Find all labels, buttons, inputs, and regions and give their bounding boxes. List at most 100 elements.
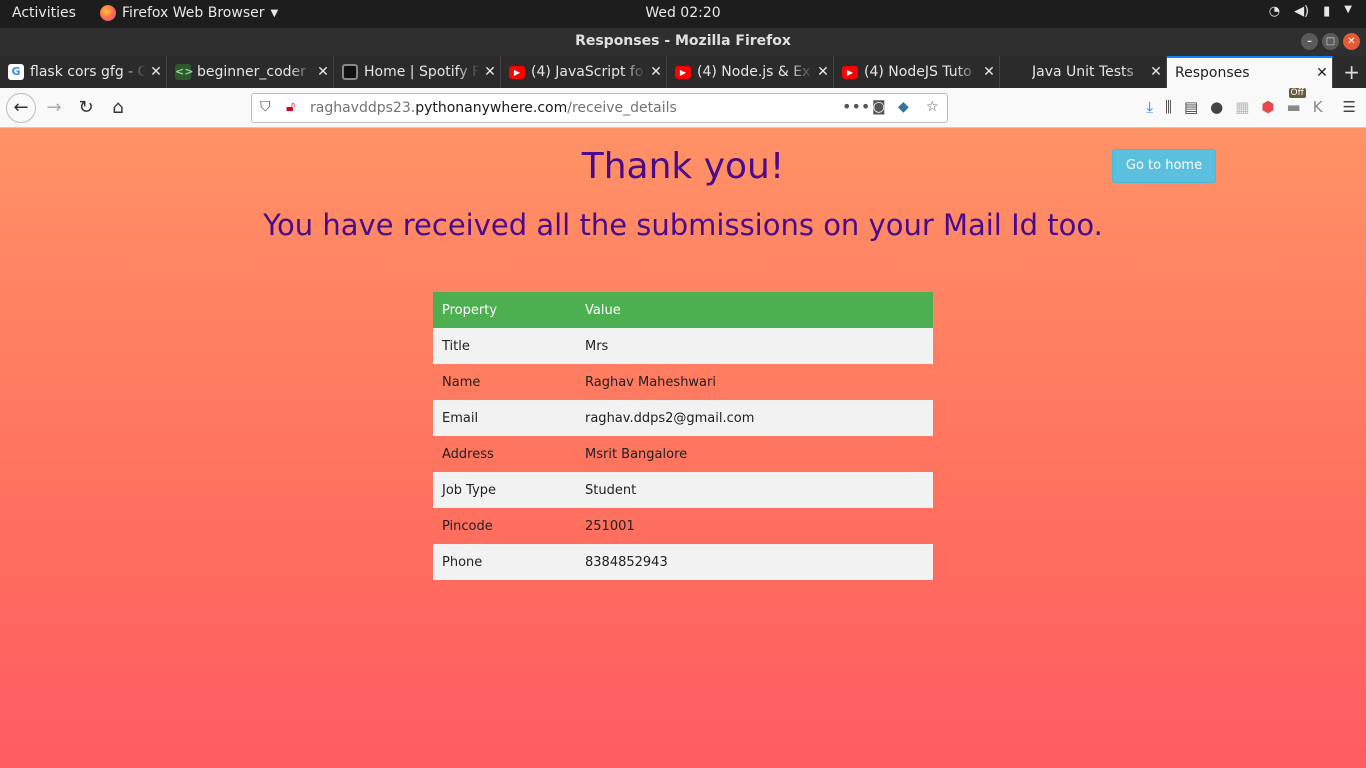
tab-label: Responses (1175, 65, 1250, 81)
home-button[interactable]: ⌂ (104, 94, 132, 122)
new-tab-button[interactable]: + (1343, 60, 1360, 84)
value-cell: raghav.ddps2@gmail.com (576, 400, 933, 436)
youtube-icon: ▶ (842, 65, 858, 79)
url-path: /receive_details (567, 100, 677, 116)
tab-label: Java Unit Tests (1032, 64, 1134, 80)
value-cell: 8384852943 (576, 544, 933, 580)
close-icon[interactable]: ✕ (979, 64, 999, 80)
tab-beginner-coder[interactable]: <> beginner_coder ✕ (167, 56, 334, 88)
close-icon[interactable]: ✕ (1312, 65, 1332, 81)
addon-badge: Off (1288, 88, 1306, 98)
volume-icon: ◀) (1294, 4, 1310, 19)
tab-strip: G flask cors gfg - G ✕ <> beginner_coder… (0, 56, 1366, 88)
window-title-bar: Responses - Mozilla Firefox – □ ✕ (0, 28, 1366, 56)
property-cell: Email (433, 400, 576, 436)
property-cell: Phone (433, 544, 576, 580)
tab-java-unit-tests[interactable]: Java Unit Tests ✕ (1000, 56, 1167, 88)
page-subtitle: You have received all the submissions on… (263, 208, 1103, 242)
column-header-value: Value (576, 292, 933, 328)
python-icon[interactable]: ◆ (898, 99, 909, 115)
url-text[interactable]: raghavddps23.pythonanywhere.com/receive_… (310, 100, 677, 116)
wifi-icon: ◔ (1268, 4, 1281, 19)
navigation-toolbar: ← → ↻ ⌂ ⛉ 🔓︎ raghavddps23.pythonanywhere… (0, 88, 1366, 128)
tab-label: flask cors gfg - G (30, 64, 146, 80)
tab-label: (4) Node.js & Ex (697, 64, 811, 80)
page-content: Thank you! You have received all the sub… (0, 128, 1366, 768)
table-row: Job Type Student (433, 472, 933, 508)
downloads-icon[interactable]: ⤓ (1146, 98, 1153, 116)
pocket-icon[interactable]: ◙ (872, 99, 886, 115)
window-title: Responses - Mozilla Firefox (575, 33, 791, 49)
forward-button[interactable]: → (40, 94, 68, 122)
reload-button[interactable]: ↻ (72, 94, 100, 122)
tab-responses[interactable]: Responses ✕ (1167, 56, 1333, 88)
close-icon[interactable]: ✕ (146, 64, 166, 80)
firefox-logo-icon (100, 5, 116, 21)
extension-k-icon[interactable]: K (1313, 98, 1323, 116)
battery-icon: ▮ (1323, 4, 1331, 19)
property-cell: Title (433, 328, 576, 364)
tab-label: Home | Spotify F (364, 64, 480, 80)
code-icon: <> (175, 64, 194, 80)
value-cell: Mrs (576, 328, 933, 364)
insecure-lock-icon[interactable]: 🔓︎ (286, 99, 295, 115)
table-row: Phone 8384852943 (433, 544, 933, 580)
tab-label: (4) NodeJS Tuto (864, 64, 972, 80)
system-tray[interactable]: ◔ ◀) ▮ ▼ (1269, 4, 1352, 19)
tab-javascript[interactable]: ▶ (4) JavaScript fo ✕ (501, 56, 667, 88)
table-row: Email raghav.ddps2@gmail.com (433, 400, 933, 436)
table-row: Pincode 251001 (433, 508, 933, 544)
close-icon[interactable]: ✕ (813, 64, 833, 80)
spotify-icon (342, 64, 358, 80)
close-window-button[interactable]: ✕ (1343, 33, 1360, 50)
go-to-home-button[interactable]: Go to home (1112, 149, 1216, 183)
address-bar[interactable]: ⛉ 🔓︎ raghavddps23.pythonanywhere.com/rec… (251, 93, 948, 123)
tab-nodejs-express[interactable]: ▶ (4) Node.js & Ex ✕ (667, 56, 834, 88)
tab-spotify[interactable]: Home | Spotify F ✕ (334, 56, 501, 88)
value-cell: Msrit Bangalore (585, 446, 688, 462)
back-button[interactable]: ← (6, 93, 36, 123)
table-header-row: Property Value (433, 292, 933, 328)
addon-toggle-icon[interactable]: ▬ Off (1287, 88, 1306, 116)
bookmark-star-icon[interactable]: ☆ (926, 99, 939, 115)
tab-label: (4) JavaScript fo (531, 64, 644, 80)
youtube-icon: ▶ (675, 65, 691, 79)
adblock-icon[interactable]: ⬢ (1261, 98, 1274, 116)
chevron-down-icon: ▼ (1344, 4, 1352, 15)
sidebar-icon[interactable]: ▤ (1184, 98, 1198, 116)
details-table: Property Value Title Mrs Name Raghav Mah… (433, 292, 933, 580)
account-icon[interactable]: ● (1210, 98, 1223, 116)
property-cell: Job Type (433, 472, 576, 508)
app-menu-label: Firefox Web Browser (122, 5, 265, 21)
property-cell: Pincode (442, 518, 493, 534)
extension-icon[interactable]: ▦ (1235, 98, 1249, 116)
youtube-icon: ▶ (509, 65, 525, 79)
close-icon[interactable]: ✕ (313, 64, 333, 80)
shield-icon[interactable]: ⛉ (260, 99, 271, 115)
tab-flask-cors[interactable]: G flask cors gfg - G ✕ (0, 56, 167, 88)
app-menu[interactable]: Firefox Web Browser ▼ (100, 5, 278, 21)
tab-nodejs-tutorial[interactable]: ▶ (4) NodeJS Tuto ✕ (834, 56, 1000, 88)
url-prefix: raghavddps23. (310, 100, 416, 116)
activities-button[interactable]: Activities (12, 5, 76, 21)
google-icon: G (8, 64, 24, 80)
tab-label: beginner_coder (197, 64, 306, 80)
maximize-button[interactable]: □ (1322, 33, 1339, 50)
close-icon[interactable]: ✕ (1146, 64, 1166, 80)
table-row: Address Msrit Bangalore (433, 436, 933, 472)
chevron-down-icon: ▼ (270, 7, 279, 19)
close-icon[interactable]: ✕ (480, 64, 500, 80)
menu-icon[interactable]: ☰ (1343, 98, 1356, 116)
close-icon[interactable]: ✕ (646, 64, 666, 80)
property-cell: Address (442, 446, 494, 462)
system-top-bar: Activities Firefox Web Browser ▼ Wed 02:… (0, 0, 1366, 28)
library-icon[interactable]: ⫼ (1165, 98, 1172, 116)
table-row: Title Mrs (433, 328, 933, 364)
page-actions-icon[interactable]: ••• (842, 97, 870, 116)
column-header-property: Property (433, 292, 576, 328)
table-row: Name Raghav Maheshwari (433, 364, 933, 400)
value-cell: Raghav Maheshwari (585, 374, 716, 390)
minimize-button[interactable]: – (1301, 33, 1318, 50)
property-cell: Name (442, 374, 481, 390)
value-cell: Student (576, 472, 933, 508)
